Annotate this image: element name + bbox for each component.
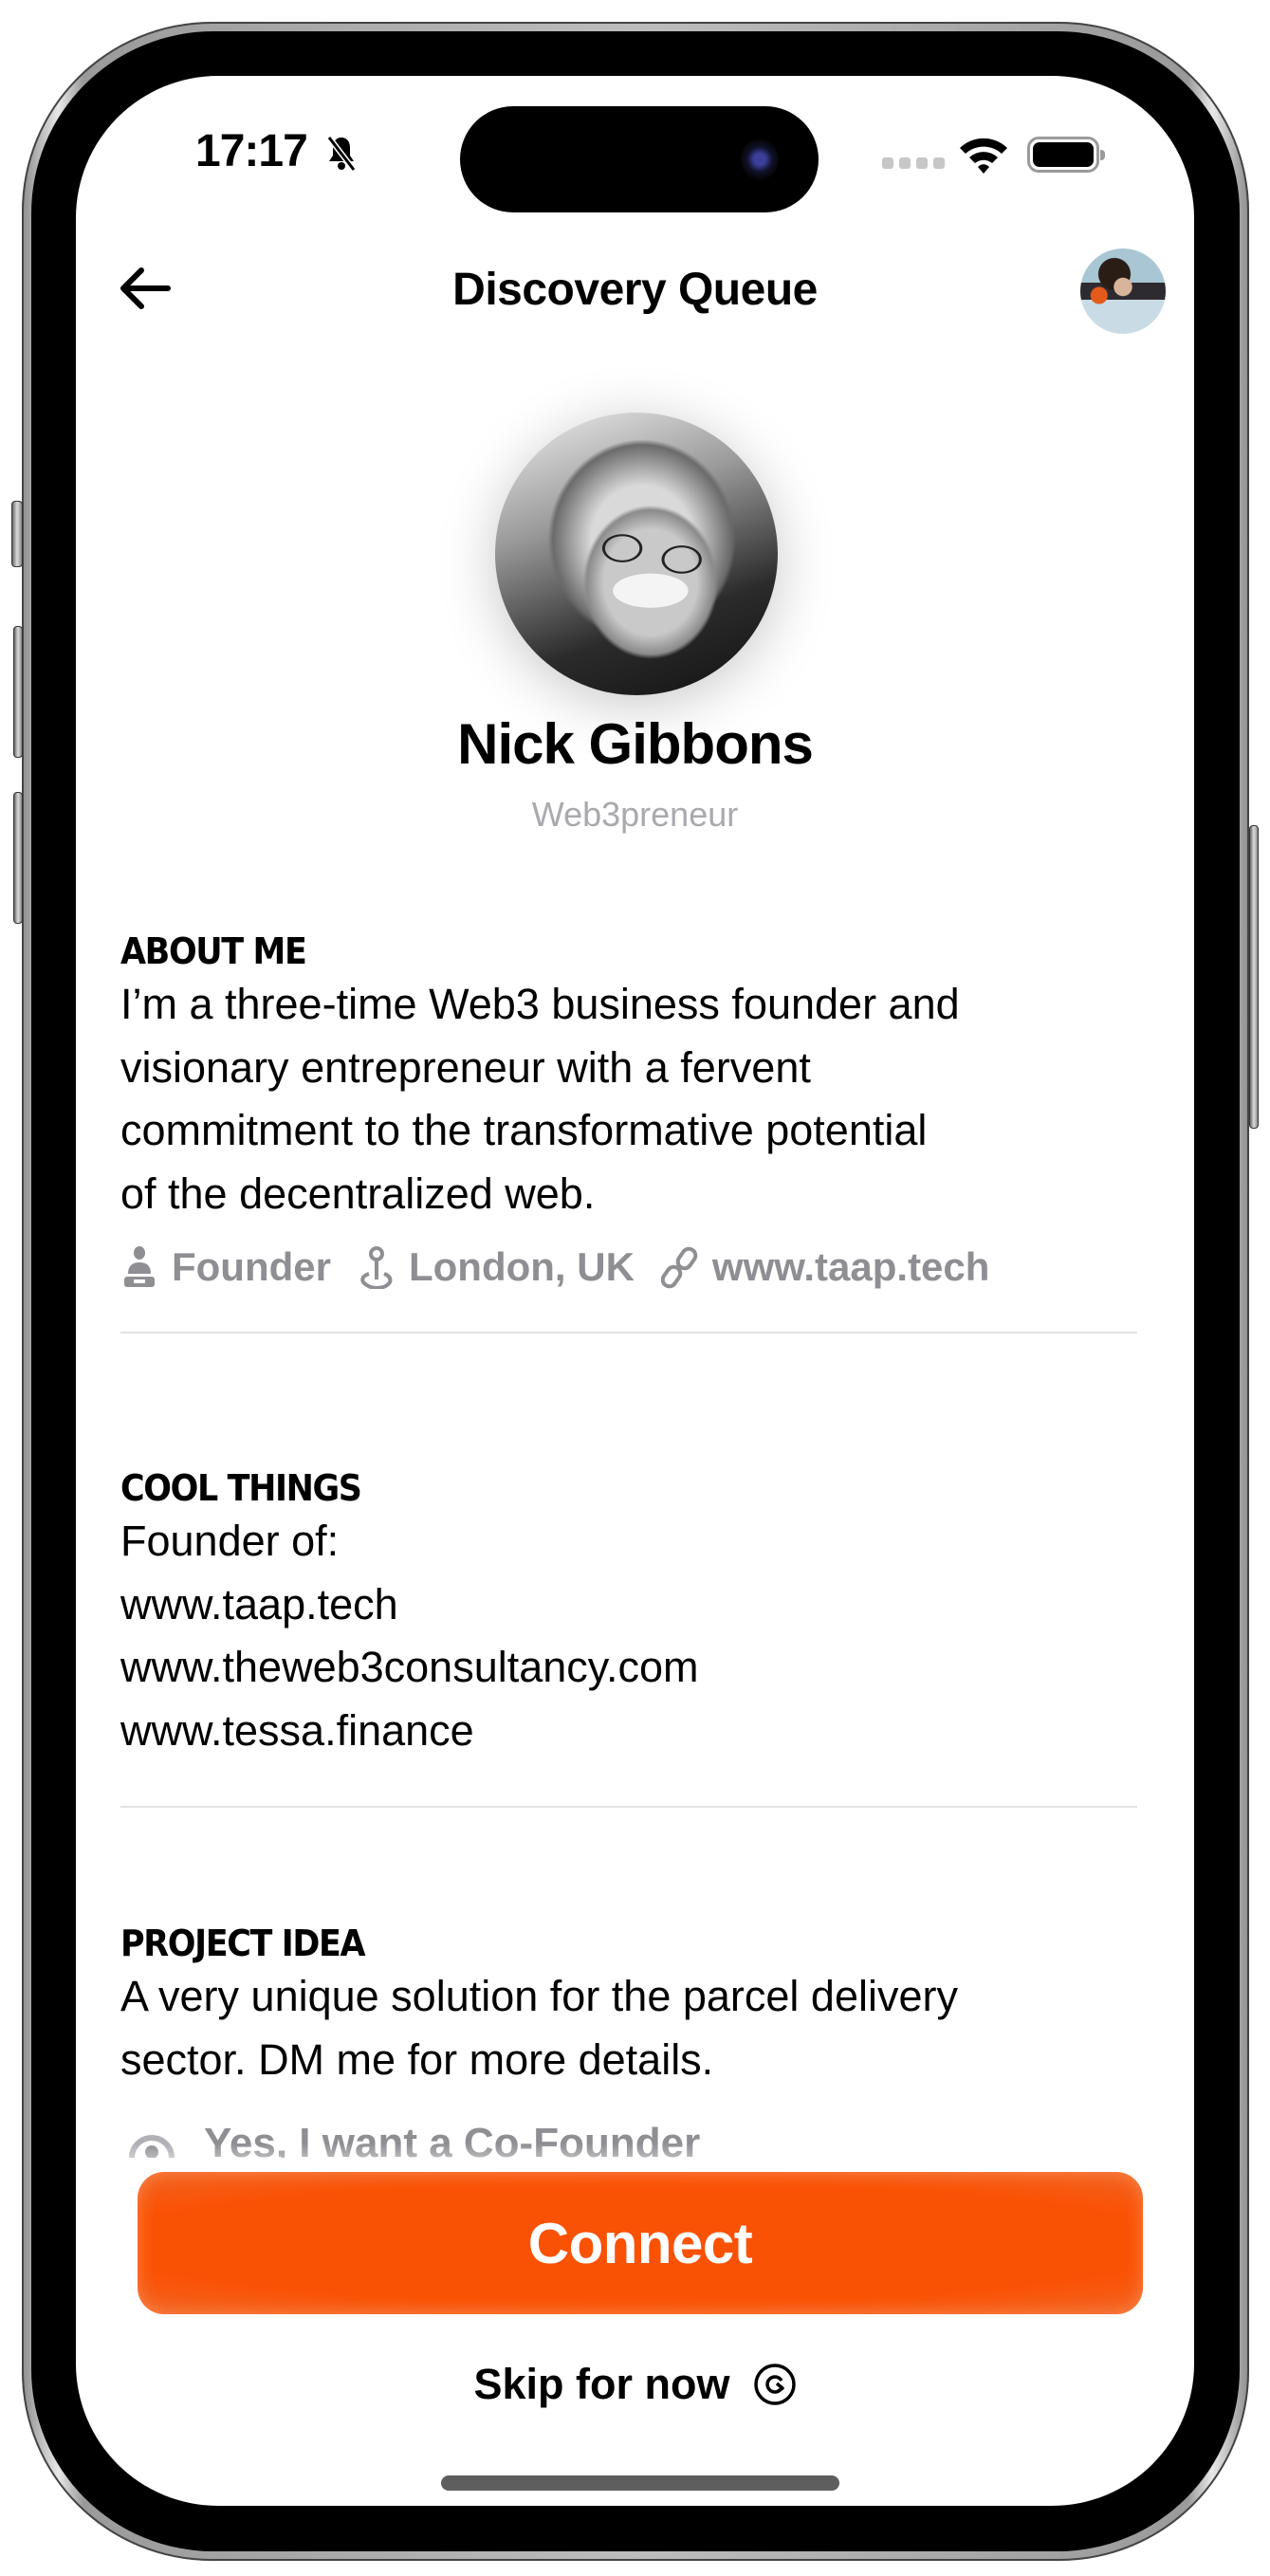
section-heading: PROJECT IDEA [120,1923,366,1964]
cool-things-line: www.taap.tech [120,1579,398,1628]
meta-location: London, UK [358,1244,635,1290]
home-indicator[interactable] [441,2475,839,2491]
meta-row: Founder London, UK www.taap.tech [120,1244,1137,1290]
wifi-icon [960,138,1007,174]
user-avatar[interactable] [1080,248,1166,334]
cool-things-text: Founder of: www.taap.tech www.theweb3con… [120,1510,1137,1762]
location-pin-icon [360,1246,393,1289]
about-line: of the decentralized web. [120,1168,596,1218]
cool-things-line: www.theweb3consultancy.com [120,1643,699,1691]
status-time: 17:17 [195,126,308,176]
front-camera [741,138,779,180]
divider [120,1332,1137,1334]
project-idea-line: sector. DM me for more details. [120,2034,714,2084]
side-button [1249,825,1259,1129]
dynamic-island [460,106,819,212]
section-heading: ABOUT ME [120,930,307,972]
cellular-signal-icon [882,157,945,169]
cool-things-section: COOL THINGS Founder of: www.taap.tech ww… [120,1466,1137,1808]
about-line: visionary entrepreneur with a fervent [120,1042,811,1092]
screen: 17:17 Discovery Queue Nick Gibbons Web3p… [76,76,1194,2506]
page-title: Discovery Queue [452,265,818,315]
about-line: commitment to the transformative potenti… [120,1106,928,1154]
cool-things-line: www.tessa.finance [120,1705,474,1755]
section-heading: COOL THINGS [120,1467,362,1509]
meta-role: Founder [120,1244,331,1290]
action-button [11,501,23,567]
meta-role-label: Founder [172,1244,331,1289]
profile-subtitle: Web3preneur [531,795,739,834]
about-text: I’m a three-time Web3 business founder a… [120,973,1137,1225]
link-icon [660,1246,698,1289]
skip-label: Skip for now [473,2360,730,2408]
person-icon [124,1246,155,1287]
project-idea-line: A very unique solution for the parcel de… [120,1972,958,2020]
volume-up-button [13,626,23,758]
skip-button[interactable]: Skip for now [76,2360,1194,2409]
about-section: ABOUT ME I’m a three-time Web3 business … [120,929,1137,1334]
project-idea-text: A very unique solution for the parcel de… [120,1965,1137,2091]
battery-full-icon [1027,137,1105,173]
divider [120,1806,1137,1808]
profile-photo [495,413,778,695]
meta-website-label: www.taap.tech [711,1244,990,1289]
bell-slash-icon [326,136,357,172]
meta-location-label: London, UK [408,1244,635,1289]
connect-button[interactable]: Connect [138,2172,1143,2314]
profile-name: Nick Gibbons [457,712,814,776]
skip-arrow-circle-icon [753,2364,796,2405]
project-idea-section: PROJECT IDEA A very unique solution for … [120,1922,1137,2091]
volume-down-button [13,792,23,924]
cool-things-line: Founder of: [120,1517,340,1565]
about-line: I’m a three-time Web3 business founder a… [120,980,960,1028]
meta-website-link[interactable]: www.taap.tech [660,1244,990,1290]
